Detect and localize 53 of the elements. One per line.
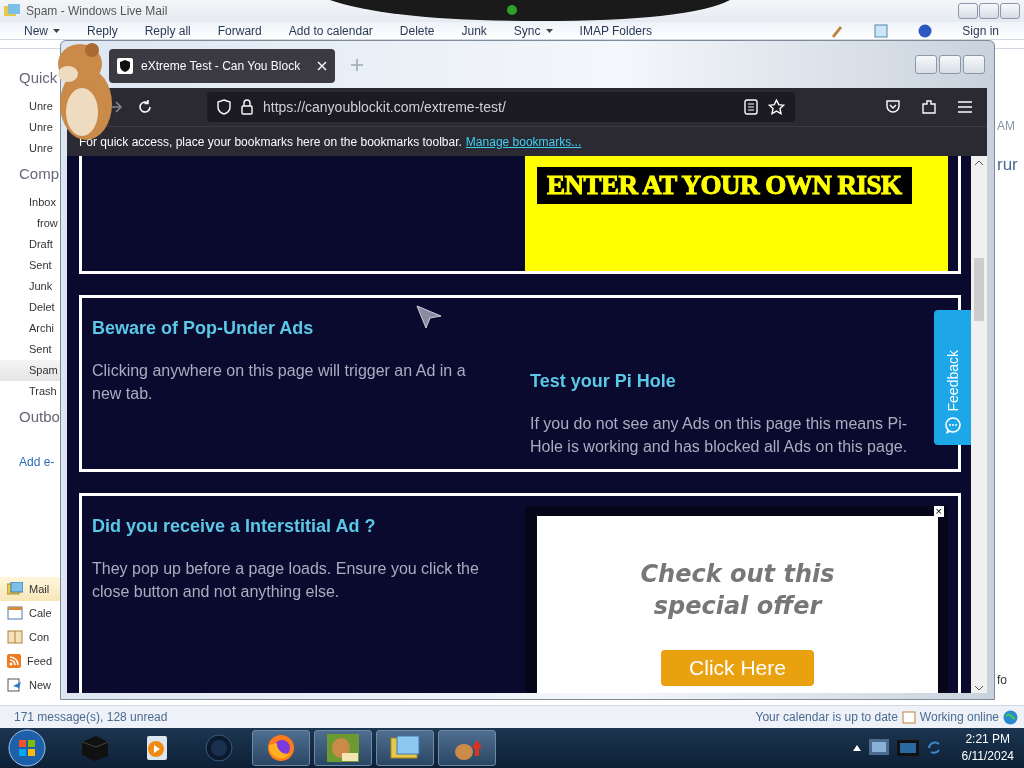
sign-in-link[interactable]: Sign in [962,23,999,38]
folder-item[interactable]: Spam [0,360,60,381]
toolbar-button[interactable]: Forward [217,23,262,38]
toolbar-button[interactable]: Reply all [144,23,191,38]
section-heading: Test your Pi Hole [530,371,677,392]
clock-time[interactable]: 2:21 PM [965,731,1011,748]
clock-date[interactable]: 6/11/2024 [961,748,1014,765]
toolbar-button[interactable]: IMAP Folders [579,23,652,38]
toolbar-button[interactable]: Delete [399,23,435,38]
partial-text: rur [997,155,1018,175]
section-heading: Did you receive a Interstitial Ad ? [92,516,377,537]
folder-item[interactable]: frow [0,213,60,234]
address-field[interactable]: https://canyoublockit.com/extreme-test/ [207,92,795,122]
add-account-link[interactable]: Add e- [0,455,60,469]
nav-item[interactable]: New [0,673,60,697]
partial-text: AM [997,119,1015,133]
message-count: 171 message(s), 128 unread [14,710,168,724]
manage-bookmarks-link[interactable]: Manage bookmarks... [465,134,582,149]
calendar-status: Your calendar is up to date [755,710,898,724]
sidebar-heading: Outbo [18,408,60,427]
nav-item[interactable]: Mail [0,577,60,601]
folder-item[interactable]: Sent [0,339,60,360]
sidebar-heading: Quick [18,69,59,88]
toolbar-button[interactable]: New [24,23,60,38]
toolbar-button[interactable]: Add to calendar [288,23,373,38]
section-text: Clicking anywhere on this page will trigger an Ad in a new tab. [92,361,467,404]
warning-banner: ENTER AT YOUR OWN RISK [537,167,912,204]
online-status: Working online [919,710,999,724]
folder-item[interactable]: Draft [0,234,60,255]
toolbar-button[interactable]: Reply [87,23,118,38]
folder-item[interactable]: Archi [0,318,60,339]
folder-item[interactable]: Unre [0,96,60,117]
nav-item[interactable]: Cale [0,601,60,625]
toolbar-button[interactable]: Junk [461,23,487,38]
section-heading: Beware of Pop-Under Ads [92,318,315,339]
folder-item[interactable]: Sent [0,255,60,276]
section-text: If you do not see any Ads on this page this means Pi-Hole is working and has blocked all Ads on this page. [530,414,909,457]
folder-item[interactable]: Junk [0,276,60,297]
partial-text: fo [997,673,1007,687]
browser-tab[interactable]: eXtreme Test - Can You Block [109,48,335,83]
ad-close-button[interactable]: × [933,506,944,517]
nav-item[interactable]: Feed [0,649,60,673]
window-title: Spam - Windows Live Mail [26,4,168,18]
sidebar-heading: Comp [18,165,60,184]
nav-item[interactable]: Con [0,625,60,649]
folder-item[interactable]: Unre [0,138,60,159]
folder-item[interactable]: Inbox [0,192,60,213]
folder-item[interactable]: Unre [0,117,60,138]
ad-text: Check out this special offer [639,559,836,622]
folder-item[interactable]: Delet [0,297,60,318]
section-text: They pop up before a page loads. Ensure you click the close button and not anything else. [92,559,480,602]
folder-item[interactable]: Trash [0,381,60,402]
toolbar-button[interactable]: Sync [513,23,553,38]
